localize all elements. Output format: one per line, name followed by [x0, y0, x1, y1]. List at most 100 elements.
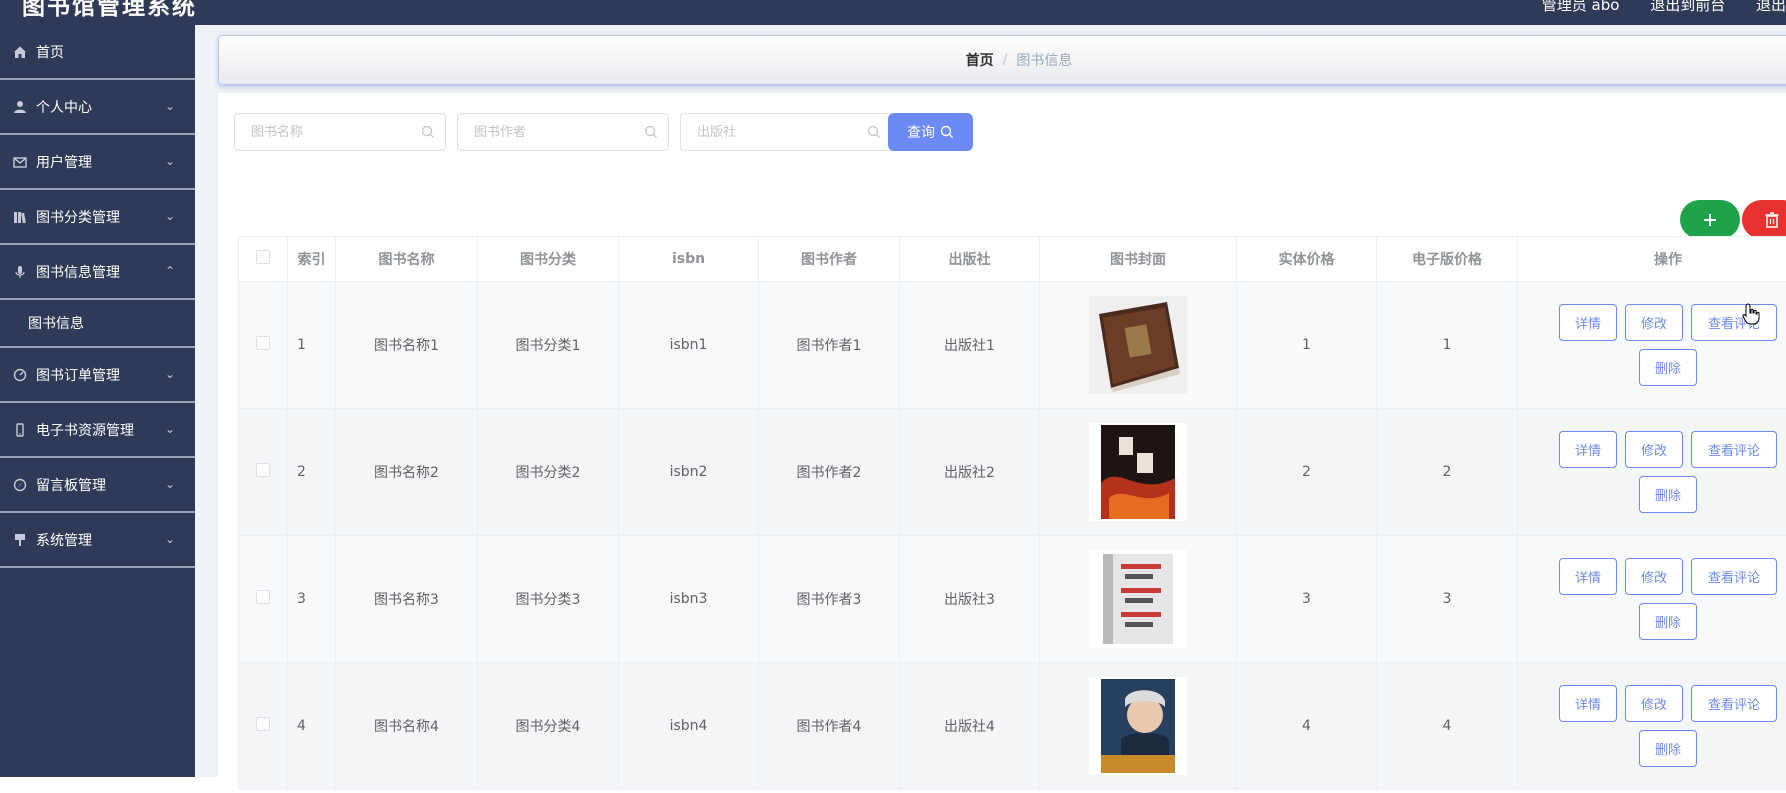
detail-button[interactable]: 详情 — [1559, 558, 1617, 595]
edit-button[interactable]: 修改 — [1625, 558, 1683, 595]
cell-actions: 详情 修改 查看评论 删除 — [1518, 282, 1786, 409]
view-comments-button[interactable]: 查看评论 — [1691, 685, 1777, 722]
cell-index: 1 — [288, 282, 336, 409]
row-checkbox[interactable] — [256, 590, 270, 604]
select-all-checkbox[interactable] — [256, 250, 270, 264]
row-select-cell — [239, 663, 288, 790]
cell-index: 3 — [288, 536, 336, 663]
cell-ebook-price: 2 — [1377, 409, 1518, 536]
phone-icon — [13, 423, 27, 437]
edit-button[interactable]: 修改 — [1625, 431, 1683, 468]
row-checkbox[interactable] — [256, 717, 270, 731]
book-table: 索引 图书名称 图书分类 isbn 图书作者 出版社 图书封面 实体价格 电子版… — [238, 236, 1786, 790]
row-checkbox[interactable] — [256, 336, 270, 350]
top-right-links: 管理员 abo 退出到前台 退出 — [1516, 0, 1786, 15]
breadcrumb-current: 图书信息 — [1016, 50, 1072, 70]
view-comments-button[interactable]: 查看评论 — [1691, 304, 1777, 341]
table-row: 1 图书名称1 图书分类1 isbn1 图书作者1 出版社1 — [239, 282, 1786, 409]
sidebar-item-user-management[interactable]: 用户管理 ⌄ — [0, 135, 195, 190]
cell-book-name: 图书名称3 — [336, 536, 478, 663]
mail-icon — [13, 155, 27, 169]
chevron-down-icon: ⌄ — [165, 209, 175, 223]
column-header: 电子版价格 — [1377, 237, 1518, 282]
publisher-search-field[interactable] — [680, 113, 892, 151]
add-button[interactable] — [1680, 200, 1740, 239]
query-button[interactable]: 查询 — [888, 113, 973, 151]
dashboard-icon — [13, 368, 27, 382]
publisher-search-input[interactable] — [695, 124, 859, 141]
cell-ebook-price: 3 — [1377, 536, 1518, 663]
delete-button[interactable]: 删除 — [1639, 603, 1697, 640]
cell-publisher: 出版社1 — [900, 282, 1040, 409]
search-icon — [421, 125, 435, 139]
cell-category: 图书分类4 — [478, 663, 619, 790]
sidebar-item-home[interactable]: 首页 — [0, 25, 195, 80]
edit-button[interactable]: 修改 — [1625, 685, 1683, 722]
book-cover-image — [1089, 550, 1187, 648]
cell-price: 3 — [1237, 536, 1377, 663]
sidebar-item-ebook-management[interactable]: 电子书资源管理 ⌄ — [0, 403, 195, 458]
compass-icon — [13, 478, 27, 492]
hand-cursor-icon — [1742, 303, 1760, 325]
delete-button[interactable]: 删除 — [1639, 730, 1697, 767]
batch-delete-button[interactable] — [1742, 200, 1786, 239]
sidebar-item-message-board-management[interactable]: 留言板管理 ⌄ — [0, 458, 195, 513]
sidebar-item-system-management[interactable]: 系统管理 ⌄ — [0, 513, 195, 568]
sidebar-item-label: 首页 — [36, 42, 64, 62]
chevron-down-icon: ⌄ — [165, 422, 175, 436]
top-bar: 图书馆管理系统 管理员 abo 退出到前台 退出 — [0, 0, 1786, 25]
cell-isbn: isbn3 — [619, 536, 759, 663]
detail-button[interactable]: 详情 — [1559, 304, 1617, 341]
chevron-down-icon: ⌄ — [165, 154, 175, 168]
cell-ebook-price: 4 — [1377, 663, 1518, 790]
sidebar-item-book-info-management[interactable]: 图书信息管理 ⌃ — [0, 245, 195, 300]
author-search-field[interactable] — [457, 113, 669, 151]
detail-button[interactable]: 详情 — [1559, 431, 1617, 468]
cell-isbn: isbn2 — [619, 409, 759, 536]
user-icon — [13, 100, 27, 114]
query-button-label: 查询 — [907, 122, 935, 142]
chevron-down-icon: ⌄ — [165, 477, 175, 491]
cell-category: 图书分类3 — [478, 536, 619, 663]
column-header: 图书名称 — [336, 237, 478, 282]
chevron-down-icon: ⌄ — [165, 532, 175, 546]
sidebar-item-order-management[interactable]: 图书订单管理 ⌄ — [0, 348, 195, 403]
row-checkbox[interactable] — [256, 463, 270, 477]
table-row: 4 图书名称4 图书分类4 isbn4 图书作者4 出版社4 — [239, 663, 1786, 790]
search-icon — [940, 125, 954, 139]
cell-category: 图书分类1 — [478, 282, 619, 409]
cell-cover — [1040, 409, 1237, 536]
cell-author: 图书作者3 — [759, 536, 900, 663]
breadcrumb-home[interactable]: 首页 — [966, 50, 994, 70]
logout-link[interactable]: 退出 — [1756, 0, 1786, 14]
column-header: 图书封面 — [1040, 237, 1237, 282]
detail-button[interactable]: 详情 — [1559, 685, 1617, 722]
sidebar-item-category-management[interactable]: 图书分类管理 ⌄ — [0, 190, 195, 245]
pin-icon — [13, 533, 27, 547]
view-comments-button[interactable]: 查看评论 — [1691, 558, 1777, 595]
delete-button[interactable]: 删除 — [1639, 476, 1697, 513]
book-name-search-field[interactable] — [234, 113, 446, 151]
cell-cover — [1040, 282, 1237, 409]
view-comments-button[interactable]: 查看评论 — [1691, 431, 1777, 468]
microphone-icon — [13, 265, 27, 279]
current-user-label: 管理员 abo — [1542, 0, 1620, 14]
delete-button[interactable]: 删除 — [1639, 349, 1697, 386]
sidebar-item-personal-center[interactable]: 个人中心 ⌄ — [0, 80, 195, 135]
sidebar: 首页 个人中心 ⌄ 用户管理 ⌄ 图书分类管理 ⌄ 图书信息管理 ⌃ 图书信息 … — [0, 25, 195, 777]
cell-actions: 详情 修改 查看评论 删除 — [1518, 663, 1786, 790]
cell-price: 1 — [1237, 282, 1377, 409]
sidebar-subitem-book-info[interactable]: 图书信息 — [0, 300, 195, 348]
exit-to-frontend-link[interactable]: 退出到前台 — [1650, 0, 1725, 14]
book-name-search-input[interactable] — [249, 124, 413, 141]
books-icon — [13, 210, 27, 224]
edit-button[interactable]: 修改 — [1625, 304, 1683, 341]
author-search-input[interactable] — [472, 124, 636, 141]
search-icon — [867, 125, 881, 139]
column-header: 操作 — [1518, 237, 1786, 282]
row-select-cell — [239, 282, 288, 409]
cell-publisher: 出版社4 — [900, 663, 1040, 790]
cell-cover — [1040, 663, 1237, 790]
column-header: 图书分类 — [478, 237, 619, 282]
plus-icon — [1702, 212, 1718, 228]
